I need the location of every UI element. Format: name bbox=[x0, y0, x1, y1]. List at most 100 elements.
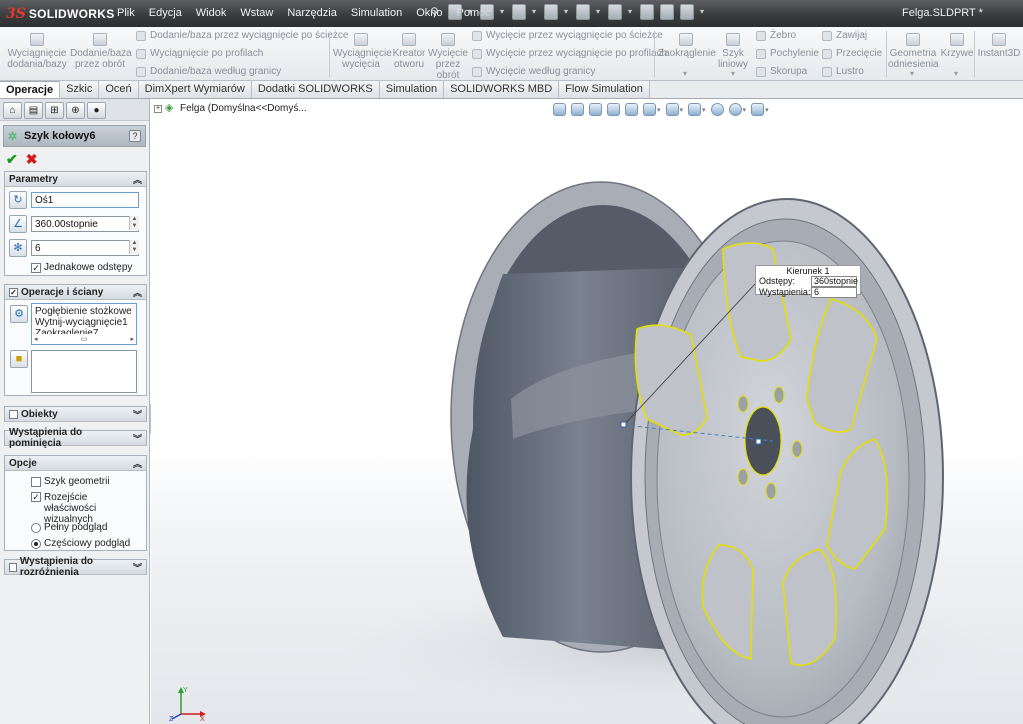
property-manager-tab-icon[interactable]: ▤ bbox=[24, 102, 43, 119]
geometry-pattern-checkbox[interactable]: Szyk geometrii bbox=[31, 476, 110, 487]
undo-icon[interactable] bbox=[576, 4, 590, 20]
dropdown-arrow-icon[interactable]: ▾ bbox=[500, 4, 506, 20]
shell-button[interactable]: Skorupa bbox=[756, 66, 807, 77]
help-button[interactable]: ? bbox=[129, 130, 141, 142]
reference-geometry-button[interactable]: Geometria odniesienia bbox=[888, 33, 939, 70]
dropdown-arrow-icon[interactable]: ▾ bbox=[564, 4, 570, 20]
ok-button[interactable]: ✔ bbox=[6, 151, 18, 167]
angle-field[interactable] bbox=[31, 216, 139, 232]
new-document-icon[interactable] bbox=[448, 4, 462, 20]
save-icon[interactable] bbox=[512, 4, 526, 20]
axis-handle[interactable] bbox=[620, 421, 627, 428]
tab-dimxpert[interactable]: DimXpert Wymiarów bbox=[138, 81, 252, 98]
bodies-header[interactable]: Obiekty ︾ bbox=[5, 407, 146, 422]
dropdown-arrow-icon[interactable]: ▾ bbox=[532, 4, 538, 20]
pattern-dropdown-icon[interactable]: ▾ bbox=[731, 69, 735, 78]
list-item[interactable]: Zaokrąglenie7 bbox=[35, 328, 133, 334]
draft-button[interactable]: Pochylenie bbox=[756, 48, 819, 59]
faces-list[interactable] bbox=[31, 350, 137, 393]
pattern-callout[interactable]: Kierunek 1 Odstępy: 360stopnie Wystąpien… bbox=[755, 265, 861, 298]
fillet-dropdown-icon[interactable]: ▾ bbox=[683, 69, 687, 78]
callout-spacing-value[interactable]: 360stopnie bbox=[811, 276, 858, 287]
dropdown-arrow-icon[interactable]: ▾ bbox=[628, 4, 634, 20]
solidworks-logo[interactable]: 3S SOLIDWORKS bbox=[6, 4, 115, 24]
propagate-visual-checkbox[interactable]: ✓ Rozejście właściwości wizualnych bbox=[31, 492, 136, 525]
reference-triad[interactable]: Y X Z bbox=[169, 684, 207, 722]
equal-spacing-checkbox[interactable]: ✓ Jednakowe odstępy bbox=[31, 262, 132, 273]
dropdown-arrow-icon[interactable]: ▾ bbox=[468, 4, 474, 20]
hole-wizard-button[interactable]: Kreator otworu bbox=[391, 33, 427, 70]
mirror-button[interactable]: Lustro bbox=[822, 66, 864, 77]
display-manager-tab-icon[interactable]: ● bbox=[87, 102, 106, 119]
curves-button[interactable]: Krzywe bbox=[940, 33, 974, 59]
callout-instances-value[interactable]: 6 bbox=[811, 287, 857, 298]
collapse-icon[interactable]: ︽ bbox=[133, 457, 142, 470]
collapse-icon[interactable]: ︽ bbox=[133, 173, 142, 186]
tab-addins[interactable]: Dodatki SOLIDWORKS bbox=[251, 81, 380, 98]
features-list[interactable]: Pogłębienie stożkowe Wytnij-wyciągnięcie… bbox=[31, 303, 137, 345]
fillet-button[interactable]: Zaokrąglenie bbox=[658, 33, 716, 59]
linear-pattern-button[interactable]: Szyk liniowy bbox=[716, 33, 750, 70]
expand-icon[interactable]: ︾ bbox=[133, 561, 142, 574]
open-icon[interactable] bbox=[480, 4, 494, 20]
instant3d-button[interactable]: Instant3D bbox=[977, 33, 1021, 59]
tab-mbd[interactable]: SOLIDWORKS MBD bbox=[444, 81, 560, 98]
tab-sketch[interactable]: Szkic bbox=[60, 81, 100, 98]
parameters-header[interactable]: Parametry ︽ bbox=[5, 172, 146, 187]
configuration-manager-tab-icon[interactable]: ⊞ bbox=[45, 102, 64, 119]
rotate-direction-icon[interactable]: ↻ bbox=[9, 191, 27, 209]
list-item[interactable]: Wytnij-wyciągnięcie1 bbox=[35, 317, 133, 328]
graphics-area[interactable]: + ◈ Felga (Domyślna<<Domyś... ▾ ▾ ▾ ▾ ▾ bbox=[151, 99, 1023, 724]
features-faces-header[interactable]: ✓ Operacje i ściany ︽ bbox=[5, 285, 146, 300]
menu-tools[interactable]: Narzędzia bbox=[280, 6, 344, 20]
menu-view[interactable]: Widok bbox=[189, 6, 234, 20]
print-icon[interactable] bbox=[544, 4, 558, 20]
boundary-boss-button[interactable]: Dodanie/baza według granicy bbox=[136, 66, 281, 77]
rib-button[interactable]: Żebro bbox=[756, 30, 796, 41]
full-preview-radio[interactable]: Pełny podgląd bbox=[31, 522, 107, 533]
menu-file[interactable]: Plik bbox=[110, 6, 142, 20]
spin-arrows-icon[interactable]: ▲ ▼ bbox=[129, 216, 139, 230]
expand-icon[interactable]: ︾ bbox=[133, 408, 142, 421]
file-properties-icon[interactable] bbox=[660, 4, 674, 20]
checkbox-unchecked-icon[interactable] bbox=[9, 562, 17, 572]
menu-insert[interactable]: Wstaw bbox=[233, 6, 280, 20]
options-header[interactable]: Opcje ︽ bbox=[5, 456, 146, 471]
swept-boss-button[interactable]: Dodanie/baza przez wyciągnięcie po ścież… bbox=[136, 30, 348, 41]
tab-features[interactable]: Operacje bbox=[0, 81, 61, 98]
instances-field[interactable] bbox=[31, 240, 139, 256]
swept-cut-button[interactable]: Wycięcie przez wyciągnięcie po ścieżce bbox=[472, 30, 663, 41]
tab-evaluate[interactable]: Oceń bbox=[99, 81, 139, 98]
lofted-cut-button[interactable]: Wycięcie przez wyciągnięcie po profilach bbox=[472, 48, 667, 59]
reference-geometry-dropdown-icon[interactable]: ▾ bbox=[910, 69, 914, 78]
tab-flow-simulation[interactable]: Flow Simulation bbox=[559, 81, 650, 98]
instances-to-vary-header[interactable]: Wystąpienia do rozróżnienia ︾ bbox=[5, 556, 146, 578]
axis-field[interactable] bbox=[31, 192, 139, 208]
partial-preview-radio[interactable]: Częściowy podgląd bbox=[31, 538, 130, 549]
curves-dropdown-icon[interactable]: ▾ bbox=[954, 69, 958, 78]
axis-handle[interactable] bbox=[755, 438, 762, 445]
select-icon[interactable] bbox=[608, 4, 622, 20]
wheel-model-viewport[interactable] bbox=[151, 99, 1023, 724]
list-item[interactable]: Pogłębienie stożkowe bbox=[35, 306, 133, 317]
checkbox-unchecked-icon[interactable] bbox=[9, 409, 18, 419]
cancel-button[interactable]: ✖ bbox=[26, 151, 38, 167]
instances-to-skip-header[interactable]: Wystąpienia do pominięcia ︾ bbox=[5, 427, 146, 449]
revolve-boss-button[interactable]: Dodanie/baza przez obrót bbox=[70, 33, 132, 70]
spin-arrows-icon[interactable]: ▲ ▼ bbox=[129, 240, 139, 254]
options-icon[interactable] bbox=[680, 4, 694, 20]
collapse-icon[interactable]: ︽ bbox=[133, 286, 142, 299]
feature-manager-tab-icon[interactable]: ⌂ bbox=[3, 102, 22, 119]
revolve-cut-button[interactable]: Wycięcie przez obrót bbox=[428, 33, 468, 81]
intersect-button[interactable]: Przecięcie bbox=[822, 48, 882, 59]
extrude-boss-button[interactable]: Wyciągnięcie dodania/bazy bbox=[6, 33, 68, 70]
pin-icon[interactable]: ⚲ bbox=[430, 5, 439, 19]
rebuild-icon[interactable] bbox=[640, 4, 654, 20]
horizontal-scrollbar[interactable]: ◂ ▭ ▸ bbox=[34, 336, 134, 343]
extrude-cut-button[interactable]: Wyciągnięcie wycięcia bbox=[333, 33, 392, 70]
wrap-button[interactable]: Zawijaj bbox=[822, 30, 867, 41]
lofted-boss-button[interactable]: Wyciągnięcie po profilach bbox=[136, 48, 263, 59]
dropdown-arrow-icon[interactable]: ▾ bbox=[700, 4, 706, 20]
checkbox-checked-icon[interactable]: ✓ bbox=[9, 287, 18, 297]
boundary-cut-button[interactable]: Wycięcie według granicy bbox=[472, 66, 595, 77]
